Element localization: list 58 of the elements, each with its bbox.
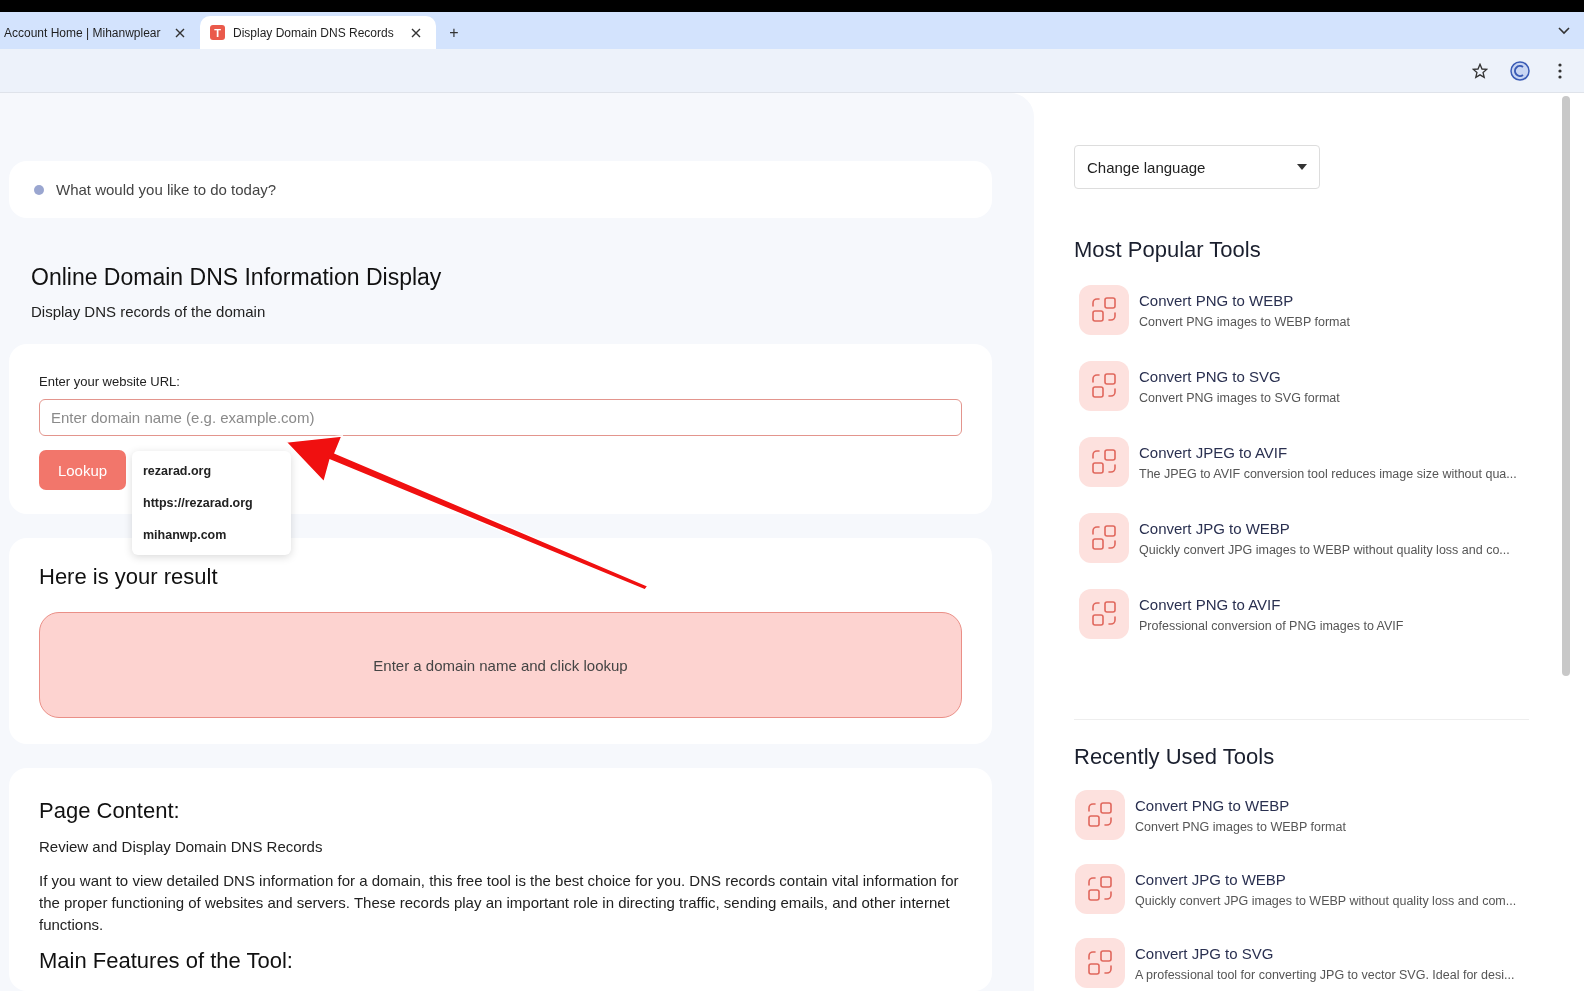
result-heading: Here is your result [39, 564, 219, 590]
tool-link[interactable]: Convert PNG to AVIF Professional conversion of PNG images to AVIF [1074, 589, 1514, 639]
image-convert-icon [1079, 361, 1129, 411]
suggestion-item[interactable]: https://rezarad.org [132, 487, 291, 519]
tab-title: Display Domain DNS Records [233, 25, 395, 40]
content-paragraph: If you want to view detailed DNS information for a domain, this free tool is the best choice for you. DNS records contain vital information for the proper functioning of websites and servers. These records play an important role in directing traffic, sending emails, and other internet functions. [39, 871, 960, 935]
content-subheading: Review and Display Domain DNS Records [39, 837, 324, 857]
page-subtitle: Display DNS records of the domain [31, 303, 267, 320]
tool-description: The JPEG to AVIF conversion tool reduces image size without qua... [1139, 466, 1517, 481]
section-title: Most Popular Tools [1074, 237, 1262, 263]
browser-tab[interactable]: T Display Domain DNS Records [200, 16, 436, 49]
tool-name: Convert PNG to WEBP [1139, 291, 1295, 309]
tool-description: Convert PNG images to WEBP format [1135, 819, 1346, 834]
domain-input[interactable]: Enter domain name (e.g. example.com) [39, 399, 962, 436]
tool-name: Convert JPEG to AVIF [1139, 443, 1289, 461]
tool-link[interactable]: Convert PNG to WEBP Convert PNG images to WEBP format [1074, 285, 1514, 335]
tool-link[interactable]: Convert PNG to WEBP Convert PNG images to WEBP format [1074, 790, 1514, 840]
image-convert-icon [1075, 938, 1125, 988]
image-convert-icon [1079, 589, 1129, 639]
page-title: Online Domain DNS Information Display [31, 264, 443, 291]
tool-description: Convert PNG images to WEBP format [1139, 314, 1350, 329]
image-convert-icon [1079, 513, 1129, 563]
language-select[interactable]: Change language [1074, 145, 1320, 189]
tool-link[interactable]: Convert JPG to WEBP Quickly convert JPG images to WEBP without quality loss and com... [1074, 864, 1514, 914]
suggestion-item[interactable]: mihanwp.com [132, 519, 291, 551]
tool-description: Quickly convert JPG images to WEBP without quality loss and co... [1139, 542, 1510, 557]
content-heading: Page Content: [39, 798, 181, 824]
result-message: Enter a domain name and click lookup [39, 612, 962, 718]
tool-name: Convert JPG to SVG [1135, 944, 1275, 962]
tab-title: Account Home | Mihanwplear [4, 25, 162, 40]
extension-icon[interactable] [1510, 60, 1530, 81]
tool-description: Professional conversion of PNG images to AVIF [1139, 618, 1404, 633]
tool-name: Convert PNG to AVIF [1139, 595, 1282, 613]
caret-icon [1297, 164, 1307, 170]
greeting-text: What would you like to do today? [56, 181, 277, 198]
tool-name: Convert PNG to WEBP [1135, 796, 1291, 814]
tool-link[interactable]: Convert JPEG to AVIF The JPEG to AVIF conversion tool reduces image size without qua... [1074, 437, 1514, 487]
browser-tab[interactable]: Account Home | Mihanwplear [0, 16, 200, 49]
image-convert-icon [1079, 285, 1129, 335]
status-dot [34, 184, 44, 195]
image-convert-icon [1075, 790, 1125, 840]
tool-name: Convert PNG to SVG [1139, 367, 1282, 385]
new-tab-button[interactable]: + [444, 23, 464, 43]
tool-name: Convert JPG to WEBP [1135, 870, 1287, 888]
tool-link[interactable]: Convert JPG to SVG A professional tool for converting JPG to vector SVG. Ideal for desi... [1074, 938, 1514, 988]
tool-link[interactable]: Convert JPG to WEBP Quickly convert JPG images to WEBP without quality loss and co... [1074, 513, 1514, 563]
content-heading: Main Features of the Tool: [39, 948, 294, 974]
image-convert-icon [1079, 437, 1129, 487]
tool-name: Convert JPG to WEBP [1139, 519, 1291, 537]
tool-description: Quickly convert JPG images to WEBP without quality loss and com... [1135, 893, 1517, 908]
suggestion-item[interactable]: rezarad.org [132, 455, 291, 487]
field-label: Enter your website URL: [39, 374, 181, 389]
tool-description: Convert PNG images to SVG format [1139, 390, 1340, 405]
tool-description: A professional tool for converting JPG to vector SVG. Ideal for desi... [1135, 967, 1515, 982]
image-convert-icon [1075, 864, 1125, 914]
tool-link[interactable]: Convert PNG to SVG Convert PNG images to SVG format [1074, 361, 1514, 411]
site-favicon: T [210, 25, 225, 40]
section-title: Recently Used Tools [1074, 744, 1276, 770]
